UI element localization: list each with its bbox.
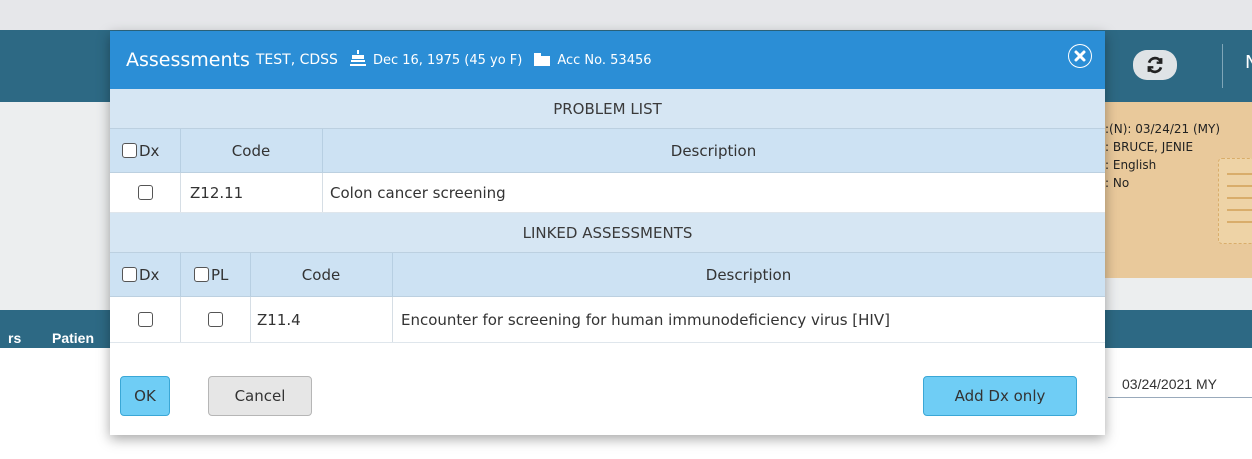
close-button[interactable] <box>1068 44 1092 68</box>
ok-button[interactable]: OK <box>120 376 170 416</box>
problem-dx-select-all[interactable]: Dx <box>122 129 180 172</box>
account-number: Acc No. 53456 <box>557 52 652 68</box>
patient-dob: Dec 16, 1975 (45 yo F) <box>372 52 523 68</box>
header-divider <box>1222 44 1223 88</box>
row-description: Encounter for screening for human immuno… <box>401 310 890 329</box>
table-row[interactable]: Z12.11 Colon cancer screening <box>110 173 1105 213</box>
row-dx-cell[interactable] <box>110 173 180 212</box>
modal-header: Assessments TEST, CDSS Dec 16, 1975 (45 … <box>110 31 1105 89</box>
row-pl-cell[interactable] <box>180 297 250 342</box>
refresh-button[interactable] <box>1133 50 1177 80</box>
close-icon <box>1069 45 1091 67</box>
cancel-button[interactable]: Cancel <box>208 376 312 416</box>
folder-icon <box>534 51 551 70</box>
code-column-header: Code <box>231 141 271 160</box>
row-dx-checkbox[interactable] <box>137 185 153 200</box>
checkbox[interactable] <box>122 267 137 282</box>
problem-list-title: PROBLEM LIST <box>553 99 662 118</box>
row-code: Z11.4 <box>257 310 301 329</box>
card-line-visit: :(N): 03/24/21 (MY) <box>1105 122 1220 136</box>
modal-footer: OK Cancel Add Dx only <box>110 364 1105 435</box>
add-dx-only-button[interactable]: Add Dx only <box>923 376 1077 416</box>
row-dx-cell[interactable] <box>110 297 180 342</box>
row-pl-checkbox[interactable] <box>207 312 223 327</box>
document-icon <box>1218 158 1252 244</box>
card-line-flag: : No <box>1105 176 1130 190</box>
dx-column-label: Dx <box>139 265 160 284</box>
header-menu-label[interactable]: N <box>1245 52 1252 73</box>
row-description: Colon cancer screening <box>330 183 506 202</box>
birthday-cake-icon <box>349 49 366 71</box>
nav-item-patient[interactable]: Patien <box>52 330 94 346</box>
dx-column-label: Dx <box>139 141 160 160</box>
pl-column-label: PL <box>211 265 229 284</box>
row-code: Z12.11 <box>190 183 244 202</box>
description-column-header: Description <box>705 265 792 284</box>
modal-title: Assessments <box>126 49 250 71</box>
problem-list-column-header: Dx Code Description <box>110 129 1105 173</box>
problem-list-heading: PROBLEM LIST <box>110 89 1105 129</box>
checkbox[interactable] <box>194 267 209 282</box>
code-column-header: Code <box>301 265 341 284</box>
refresh-icon <box>1147 56 1163 74</box>
date-field[interactable]: 03/24/2021 MY <box>1108 370 1252 398</box>
card-line-provider: : BRUCE, JENIE <box>1105 140 1194 154</box>
checkbox[interactable] <box>122 143 137 158</box>
nav-item-partial[interactable]: rs <box>8 330 21 346</box>
assessments-modal: Assessments TEST, CDSS Dec 16, 1975 (45 … <box>110 31 1105 435</box>
top-gap <box>0 0 1252 30</box>
card-line-language: : English <box>1105 158 1157 172</box>
description-column-header: Description <box>670 141 757 160</box>
table-row[interactable]: Z11.4 Encounter for screening for human … <box>110 297 1105 343</box>
linked-column-header: Dx PL Code Description <box>110 253 1105 297</box>
linked-pl-select-all[interactable]: PL <box>194 253 252 296</box>
patient-name: TEST, CDSS <box>255 52 338 68</box>
row-dx-checkbox[interactable] <box>137 312 153 327</box>
linked-assessments-title: LINKED ASSESSMENTS <box>522 223 693 242</box>
linked-dx-select-all[interactable]: Dx <box>122 253 180 296</box>
linked-assessments-heading: LINKED ASSESSMENTS <box>110 213 1105 253</box>
